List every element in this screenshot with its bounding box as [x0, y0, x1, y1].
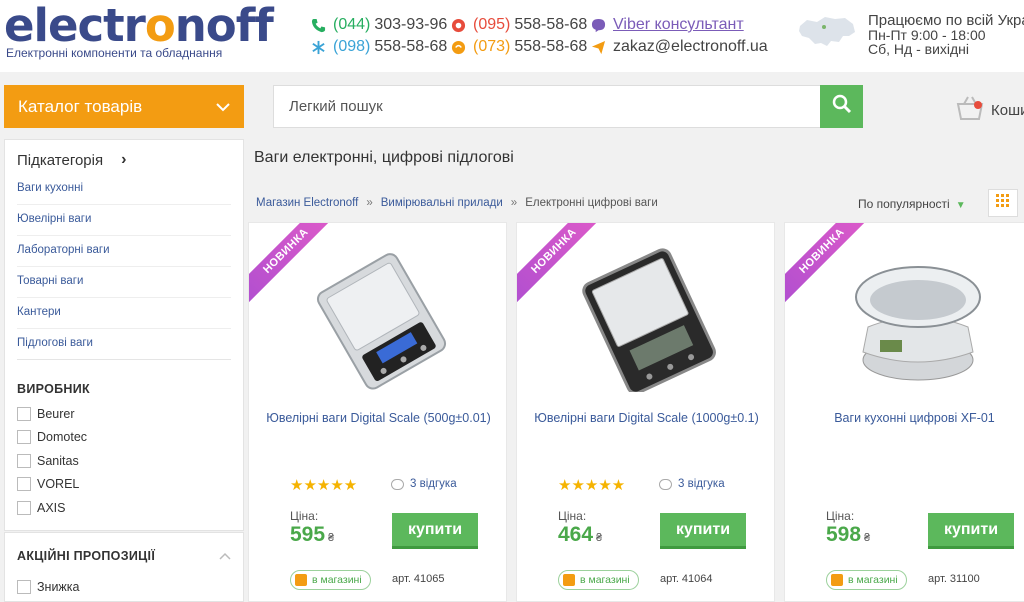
logo-wordmark: electronoff	[4, 0, 274, 52]
product-listing: Ваги електронні, цифрові підлогові Магаз…	[244, 139, 1024, 602]
checkbox[interactable]	[17, 579, 31, 594]
vodafone-icon	[450, 17, 466, 33]
page-title: Ваги електронні, цифрові підлогові	[254, 149, 514, 166]
rating: ★★★★★	[558, 476, 625, 494]
price: 464 ₴	[558, 523, 603, 546]
product-name[interactable]: Ювелірні ваги Digital Scale (1000g±0.1)	[532, 408, 761, 428]
search-input[interactable]: Легкий пошук	[273, 85, 821, 128]
product-card[interactable]: НОВИНКА Ваги кухонні цифрові XF-01 Ціна:…	[784, 222, 1024, 602]
price-label: Ціна:	[290, 509, 319, 523]
phone-vodafone[interactable]: (095) 558-58-68	[450, 16, 587, 34]
article-number: арт. 41065	[392, 573, 445, 585]
price: 598 ₴	[826, 523, 871, 546]
checkbox[interactable]	[17, 500, 31, 515]
asterisk-icon	[310, 39, 326, 55]
in-stock-badge: в магазині	[558, 570, 639, 590]
breadcrumb-current: Електронні цифрові ваги	[525, 197, 658, 209]
search-button[interactable]	[820, 85, 863, 128]
product-name[interactable]: Ювелірні ваги Digital Scale (500g±0.01)	[264, 408, 493, 428]
sidebar-link-floor[interactable]: Підлогові ваги	[17, 329, 231, 360]
subcategory-toggle[interactable]: Підкатегорія ›	[17, 146, 231, 174]
viber-consultant[interactable]: Viber консультант	[590, 16, 744, 34]
catalog-button[interactable]: Каталог товарів	[4, 85, 244, 128]
promo-filter: АКЦІЙНІ ПРОПОЗИЦІЇ Знижка	[4, 532, 244, 602]
buy-button[interactable]: купити	[392, 513, 478, 549]
nav-bar: Каталог товарів Легкий пошук Коши	[0, 72, 1024, 139]
checkbox[interactable]	[17, 430, 31, 445]
star-rating-icon: ★★★★★	[290, 477, 358, 494]
product-image[interactable]	[835, 237, 995, 397]
lifecell-icon	[450, 39, 466, 55]
buy-button[interactable]: купити	[928, 513, 1014, 549]
maker-checkbox[interactable]: Sanitas	[17, 449, 231, 473]
promo-toggle[interactable]: АКЦІЙНІ ПРОПОЗИЦІЇ	[17, 549, 231, 563]
product-image[interactable]	[567, 237, 727, 397]
product-card[interactable]: НОВИНКА Ювелірні ваги Digital Scale (100…	[516, 222, 775, 602]
checkbox[interactable]	[17, 477, 31, 492]
chevron-down-icon	[216, 97, 230, 117]
phone-lifecell2[interactable]: (073) 558-58-68	[450, 38, 587, 56]
comment-icon	[659, 478, 672, 490]
product-card[interactable]: НОВИНКА Ювелірні ваги Digital Scale (500…	[248, 222, 507, 602]
price-label: Ціна:	[826, 509, 855, 523]
ukraine-map-icon	[797, 14, 857, 55]
checkbox[interactable]	[17, 453, 31, 468]
buy-button[interactable]: купити	[660, 513, 746, 549]
rating: ★★★★★	[290, 476, 357, 494]
reviews-link[interactable]: 3 відгука	[659, 478, 725, 490]
price-label: Ціна:	[558, 509, 587, 523]
breadcrumb-link[interactable]: Вимірювальні прилади	[381, 197, 503, 209]
product-image[interactable]	[299, 237, 459, 397]
in-stock-badge: в магазині	[826, 570, 907, 590]
manufacturer-heading: ВИРОБНИК	[17, 382, 90, 396]
product-name[interactable]: Ваги кухонні цифрові XF-01	[800, 408, 1024, 428]
sidebar-link-hanging[interactable]: Кантери	[17, 298, 231, 329]
grid-icon	[996, 193, 1010, 213]
sidebar-link-kitchen[interactable]: Ваги кухонні	[17, 174, 231, 205]
box-icon	[831, 574, 843, 586]
breadcrumb: Магазин Electronoff» Вимірювальні прилади…	[256, 197, 658, 209]
maker-checkbox[interactable]: AXIS	[17, 496, 231, 520]
chevron-up-icon	[219, 549, 231, 563]
box-icon	[295, 574, 307, 586]
reviews-link[interactable]: 3 відгука	[391, 478, 457, 490]
article-number: арт. 41064	[660, 573, 713, 585]
grid-view-button[interactable]	[988, 189, 1018, 217]
box-icon	[563, 574, 575, 586]
in-stock-badge: в магазині	[290, 570, 371, 590]
viber-icon	[590, 17, 606, 33]
caret-down-icon: ▼	[955, 200, 966, 211]
maker-checkbox[interactable]: VOREL	[17, 473, 231, 497]
chevron-right-icon: ›	[121, 151, 127, 168]
phone-lifecell[interactable]: (098) 558-58-68	[310, 38, 447, 56]
article-number: арт. 31100	[928, 573, 980, 585]
sidebar-link-commodity[interactable]: Товарні ваги	[17, 267, 231, 298]
promo-checkbox[interactable]: Знижка	[17, 575, 231, 599]
phone-kyivstar[interactable]: (044) 303-93-96	[310, 16, 447, 34]
basket-icon	[955, 94, 985, 126]
price: 595 ₴	[290, 523, 335, 546]
breadcrumb-link[interactable]: Магазин Electronoff	[256, 197, 358, 209]
star-rating-icon: ★★★★★	[558, 477, 626, 494]
maker-checkbox[interactable]: Domotec	[17, 426, 231, 450]
filter-sidebar: Підкатегорія › Ваги кухонні Ювелірні ваг…	[4, 139, 244, 531]
search-icon	[832, 94, 852, 119]
maker-checkbox[interactable]: Beurer	[17, 402, 231, 426]
site-header: electronoff Електронні компоненти та обл…	[0, 0, 1024, 72]
checkbox[interactable]	[17, 406, 31, 421]
work-schedule: Працюємо по всій Укра Пн-Пт 9:00 - 18:00…	[868, 12, 1024, 57]
email-contact[interactable]: zakaz@electronoff.ua	[590, 38, 768, 56]
comment-icon	[391, 478, 404, 490]
cart-button[interactable]: Коши	[955, 94, 1024, 126]
send-icon	[590, 39, 606, 55]
logo[interactable]: electronoff Електронні компоненти та обл…	[4, 0, 274, 61]
sort-dropdown[interactable]: По популярності ▼	[858, 197, 966, 211]
sidebar-link-lab[interactable]: Лабораторні ваги	[17, 236, 231, 267]
phone-icon	[310, 17, 326, 33]
sidebar-link-jewelry[interactable]: Ювелірні ваги	[17, 205, 231, 236]
viber-link[interactable]: Viber консультант	[613, 16, 744, 34]
